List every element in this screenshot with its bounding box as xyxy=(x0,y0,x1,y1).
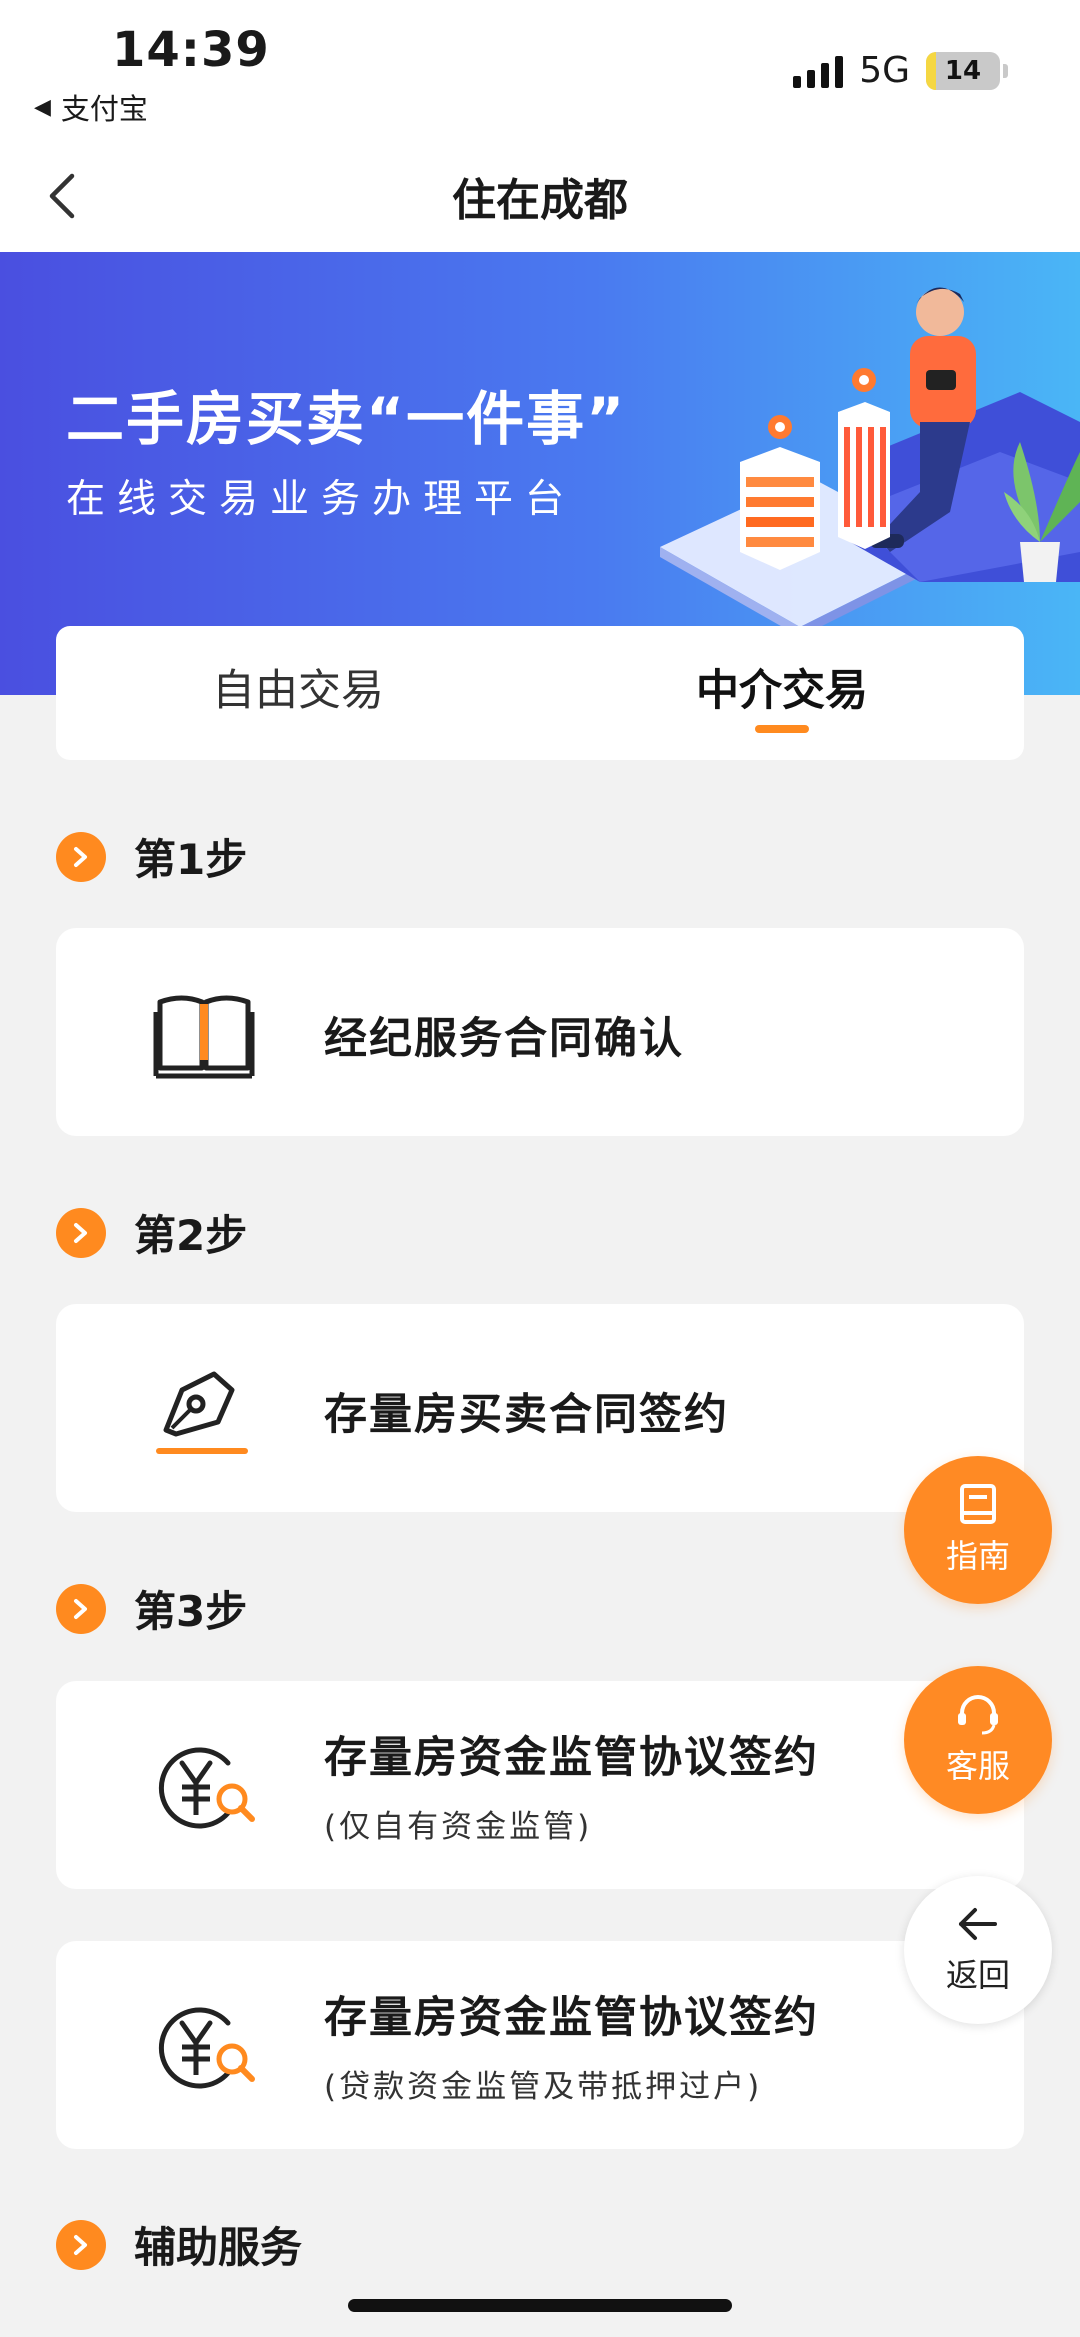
step-label: 第3步 xyxy=(134,1587,248,1636)
step-1-header: 第1步 xyxy=(56,826,247,887)
transaction-tabs: 自由交易 中介交易 xyxy=(56,626,1024,760)
card-fund-supervision-loan[interactable]: 存量房资金监管协议签约 (贷款资金监管及带抵押过户) xyxy=(56,1941,1024,2149)
back-triangle-icon: ◀ xyxy=(34,94,51,120)
card-broker-contract[interactable]: 经纪服务合同确认 xyxy=(56,928,1024,1136)
status-time: 14:39 xyxy=(112,22,270,78)
tab-label: 中介交易 xyxy=(696,666,868,716)
card-subtitle: (仅自有资金监管) xyxy=(324,1809,593,1845)
tab-agency-trade[interactable]: 中介交易 xyxy=(540,626,1024,760)
page-title: 住在成都 xyxy=(452,175,628,226)
card-title: 存量房资金监管协议签约 xyxy=(324,1733,819,1783)
book-icon xyxy=(960,1484,996,1524)
card-sale-contract[interactable]: 存量房买卖合同签约 xyxy=(56,1304,1024,1512)
battery-tip xyxy=(1003,63,1008,78)
yuan-search-icon xyxy=(158,2007,255,2089)
chevron-right-icon xyxy=(56,1207,106,1258)
status-bar: 14:39 ◀ 支付宝 5G 14 xyxy=(0,0,1080,140)
card-fund-supervision-own[interactable]: 存量房资金监管协议签约 (仅自有资金监管) xyxy=(56,1681,1024,1889)
step-label: 第2步 xyxy=(134,1211,248,1260)
guide-label: 指南 xyxy=(945,1537,1010,1575)
headset-icon xyxy=(958,1695,998,1735)
step-2-header: 第2步 xyxy=(56,1202,247,1263)
chevron-right-icon xyxy=(56,831,106,882)
active-tab-indicator xyxy=(755,725,809,733)
back-app-label: 支付宝 xyxy=(60,92,148,126)
signal-icon xyxy=(793,54,844,88)
card-title: 经纪服务合同确认 xyxy=(324,1014,684,1064)
return-label: 返回 xyxy=(945,1956,1010,1994)
auxiliary-services-header: 辅助服务 xyxy=(56,2214,302,2275)
status-indicators: 5G 14 xyxy=(793,50,1008,91)
network-type: 5G xyxy=(859,50,910,91)
home-indicator[interactable] xyxy=(348,2299,732,2312)
battery-icon: 14 xyxy=(926,51,1000,90)
book-icon xyxy=(153,995,255,1079)
card-subtitle: (贷款资金监管及带抵押过户) xyxy=(324,2069,763,2105)
step-label: 第1步 xyxy=(134,835,248,884)
tab-label: 自由交易 xyxy=(212,666,384,716)
nav-bar: 住在成都 xyxy=(0,140,1080,252)
banner-subtitle: 在线交易业务办理平台 xyxy=(66,477,577,522)
pen-sign-icon xyxy=(156,1371,248,1454)
card-title: 存量房买卖合同签约 xyxy=(324,1390,729,1440)
step-label: 辅助服务 xyxy=(134,2223,303,2272)
back-to-app-link[interactable]: ◀ 支付宝 xyxy=(34,86,148,128)
chevron-right-icon xyxy=(56,2219,106,2270)
arrow-left-icon xyxy=(959,1908,997,1940)
battery-level: 14 xyxy=(944,55,982,86)
chevron-right-icon xyxy=(56,1583,106,1634)
banner-title: 二手房买卖“一件事” xyxy=(66,385,627,453)
guide-button[interactable]: 指南 xyxy=(904,1456,1052,1604)
card-title: 存量房资金监管协议签约 xyxy=(324,1993,819,2043)
customer-service-button[interactable]: 客服 xyxy=(904,1666,1052,1814)
return-button[interactable]: 返回 xyxy=(904,1876,1052,2024)
yuan-search-icon xyxy=(158,1747,255,1829)
service-label: 客服 xyxy=(945,1747,1010,1785)
tab-free-trade[interactable]: 自由交易 xyxy=(56,626,540,760)
step-3-header: 第3步 xyxy=(56,1578,247,1639)
